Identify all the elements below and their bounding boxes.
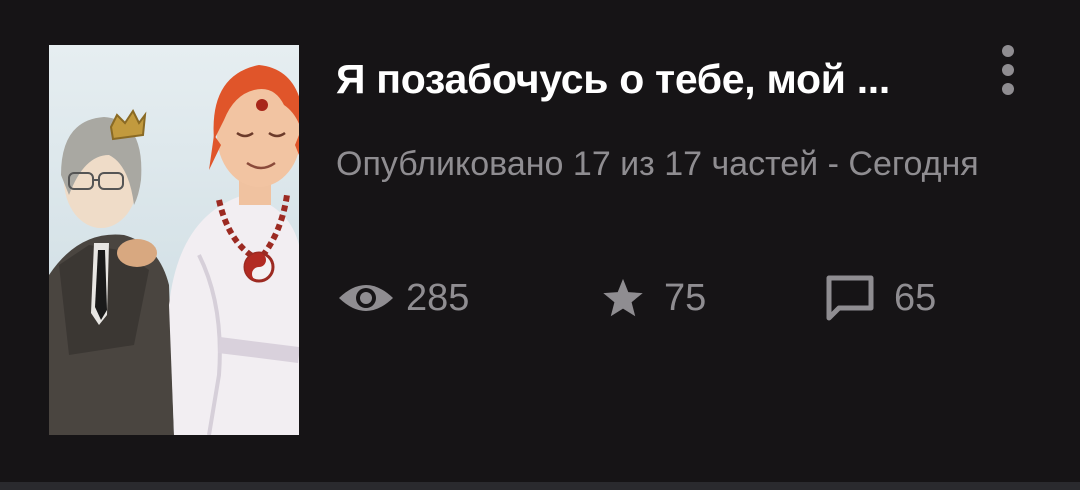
comments-stat: 65 bbox=[824, 270, 936, 326]
more-vertical-icon bbox=[1002, 45, 1014, 57]
publication-status: Опубликовано 17 из 17 частей - Сегодня bbox=[336, 145, 979, 183]
more-options-button[interactable] bbox=[990, 40, 1026, 100]
bottom-divider bbox=[0, 482, 1080, 490]
views-count: 285 bbox=[406, 276, 470, 319]
views-stat: 285 bbox=[336, 270, 469, 326]
star-icon bbox=[600, 277, 646, 319]
cover-illustration bbox=[49, 45, 299, 435]
story-cover-image[interactable] bbox=[49, 45, 299, 435]
story-card[interactable]: Я позабочусь о тебе, мой ... Опубликован… bbox=[0, 0, 1080, 482]
eye-icon bbox=[336, 280, 396, 316]
likes-stat: 75 bbox=[600, 270, 706, 326]
comment-icon bbox=[824, 274, 876, 322]
likes-count: 75 bbox=[664, 276, 707, 319]
comments-count: 65 bbox=[894, 276, 937, 319]
story-title[interactable]: Я позабочусь о тебе, мой ... bbox=[336, 54, 976, 104]
